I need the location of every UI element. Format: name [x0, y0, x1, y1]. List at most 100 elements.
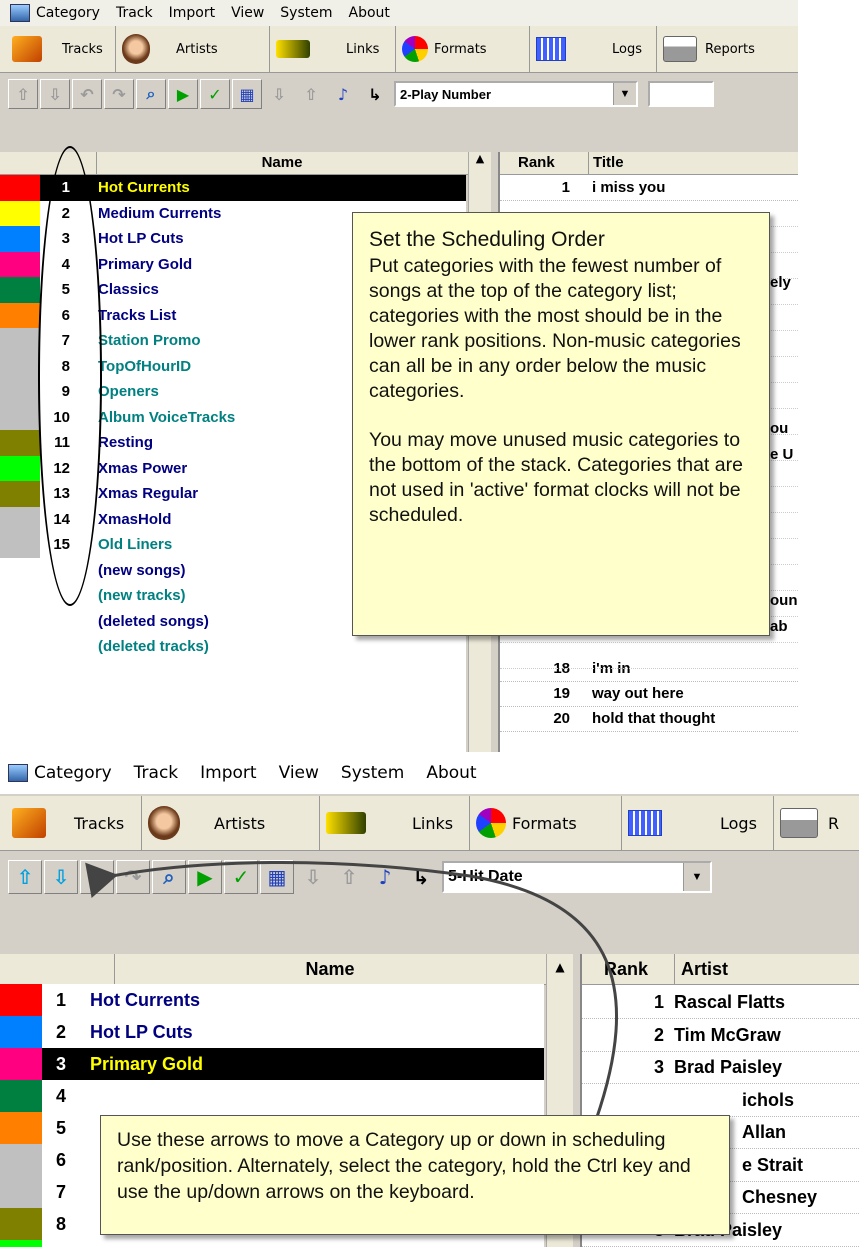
category-name: Hot LP Cuts: [98, 230, 184, 247]
name-column-header[interactable]: Name: [96, 152, 467, 175]
title-column-header[interactable]: Title: [588, 152, 624, 174]
partial-title-fragment: oun: [770, 592, 798, 609]
category-color-swatch: [0, 251, 40, 277]
menu-system[interactable]: System: [280, 5, 332, 21]
tracks-tab[interactable]: Tracks: [0, 26, 116, 72]
formats-tab[interactable]: Formats: [396, 26, 530, 72]
track-row[interactable]: 20 hold that thought: [500, 707, 798, 732]
move-down-icon[interactable]: ⇩: [40, 79, 70, 109]
sort-down-icon[interactable]: ⇩: [264, 79, 294, 109]
logs-grid-icon: [536, 37, 566, 61]
move-up-icon[interactable]: ⇧: [8, 79, 38, 109]
menu-import[interactable]: Import: [169, 5, 215, 21]
category-name: Classics: [98, 281, 159, 298]
category-name: (new songs): [98, 561, 186, 579]
partial-title-fragment: ely: [770, 274, 791, 291]
play-icon[interactable]: ▶: [168, 79, 198, 109]
category-name: Album VoiceTracks: [98, 408, 236, 426]
category-name: (deleted tracks): [98, 638, 209, 655]
category-color-swatch: [0, 302, 40, 328]
artist-portrait-icon: [122, 34, 150, 64]
track-title: i miss you: [592, 179, 666, 196]
category-name: Openers: [98, 383, 159, 400]
curved-arrow: [85, 860, 619, 1121]
filter-select[interactable]: [648, 81, 714, 107]
callout-title: Set the Scheduling Order: [369, 228, 605, 251]
undo-icon[interactable]: ↶: [72, 79, 102, 109]
track-row-filler: [500, 642, 798, 669]
track-rank: 1: [561, 179, 570, 196]
track-rank: 20: [553, 710, 570, 727]
category-name: Station Promo: [98, 332, 201, 349]
sort-up-icon[interactable]: ⇧: [296, 79, 326, 109]
scroll-up-icon[interactable]: ▲: [469, 152, 491, 165]
callout-paragraph-2: You may move unused music categories to …: [369, 429, 743, 526]
jump-icon[interactable]: ↳: [360, 79, 390, 109]
menu-category[interactable]: Category: [36, 5, 100, 21]
menu-track[interactable]: Track: [116, 5, 153, 21]
category-name: Xmas Power: [98, 459, 188, 477]
sort-select[interactable]: 2-Play Number ▼: [394, 81, 638, 107]
callout-paragraph-1: Put categories with the fewest number of…: [369, 255, 741, 402]
partial-title-fragment: e U: [770, 446, 794, 463]
top-screenshot: Category Track Import View System About …: [0, 0, 798, 752]
category-name: XmasHold: [98, 510, 172, 528]
links-icon: [276, 40, 310, 58]
category-color-swatch: [0, 481, 40, 507]
callout-text: Use these arrows to move a Category up o…: [117, 1129, 691, 1203]
check-icon[interactable]: ✓: [200, 79, 230, 109]
menu-bar: Category Track Import View System About: [0, 0, 798, 26]
category-row[interactable]: (deleted tracks): [0, 634, 466, 660]
track-grid-header: Rank Title: [500, 152, 798, 175]
reports-printer-icon: [663, 36, 697, 62]
tracks-icon: [12, 36, 42, 62]
grid-icon[interactable]: ▦: [232, 79, 262, 109]
links-tab[interactable]: Links: [270, 26, 396, 72]
artists-tab[interactable]: Artists: [116, 26, 270, 72]
add-note-icon[interactable]: ♪: [328, 79, 358, 109]
search-icon[interactable]: ⌕: [136, 79, 166, 109]
formats-pie-icon: [402, 36, 428, 62]
track-row[interactable]: 1 i miss you: [500, 176, 798, 201]
category-name: (new tracks): [98, 587, 186, 604]
category-color-swatch: [0, 226, 40, 252]
category-name: Primary Gold: [98, 255, 193, 273]
category-color-swatch: [0, 379, 40, 405]
category-name: TopOfHourID: [98, 357, 192, 375]
category-color-swatch: [0, 532, 40, 558]
category-color-swatch: [0, 430, 40, 456]
category-name: Xmas Regular: [98, 485, 199, 502]
category-color-swatch: [0, 277, 40, 303]
category-color-swatch: [0, 175, 40, 201]
redo-icon[interactable]: ↷: [104, 79, 134, 109]
category-color-swatch: [0, 353, 40, 379]
category-color-swatch: [0, 328, 40, 354]
partial-title-fragment: ab: [770, 618, 788, 635]
move-arrows-callout: Use these arrows to move a Category up o…: [100, 1115, 730, 1235]
app-icon: [10, 4, 30, 22]
bottom-screenshot: Category Track Import View System About …: [0, 752, 859, 1247]
category-toolbar: ⇧ ⇩ ↶ ↷ ⌕ ▶ ✓ ▦ ⇩ ⇧ ♪ ↳ 2-Play Number ▼: [0, 76, 798, 112]
track-rank: 19: [553, 685, 570, 702]
category-color-swatch: [0, 506, 40, 532]
category-name: Hot Currents: [98, 179, 190, 196]
menu-view[interactable]: View: [231, 5, 264, 21]
menu-about[interactable]: About: [349, 5, 390, 21]
category-color-swatch: [0, 455, 40, 481]
logs-tab[interactable]: Logs: [530, 26, 657, 72]
rank-column-oval: [38, 146, 102, 606]
chevron-down-icon: ▼: [613, 83, 636, 105]
category-color-swatch: [0, 404, 40, 430]
category-name: Medium Currents: [98, 204, 222, 222]
reports-tab[interactable]: Reports: [657, 26, 798, 72]
category-name: Tracks List: [98, 306, 177, 324]
track-title: hold that thought: [592, 710, 716, 727]
rank-column-header[interactable]: Rank: [518, 152, 555, 174]
category-name: (deleted songs): [98, 612, 209, 630]
main-toolbar: Tracks Artists Links Formats Logs Report…: [0, 26, 798, 73]
track-title: way out here: [592, 685, 684, 702]
category-name: Resting: [98, 434, 154, 451]
category-color-swatch: [0, 200, 40, 226]
track-row[interactable]: 19 way out here: [500, 682, 798, 707]
partial-title-fragment: ou: [770, 420, 789, 437]
